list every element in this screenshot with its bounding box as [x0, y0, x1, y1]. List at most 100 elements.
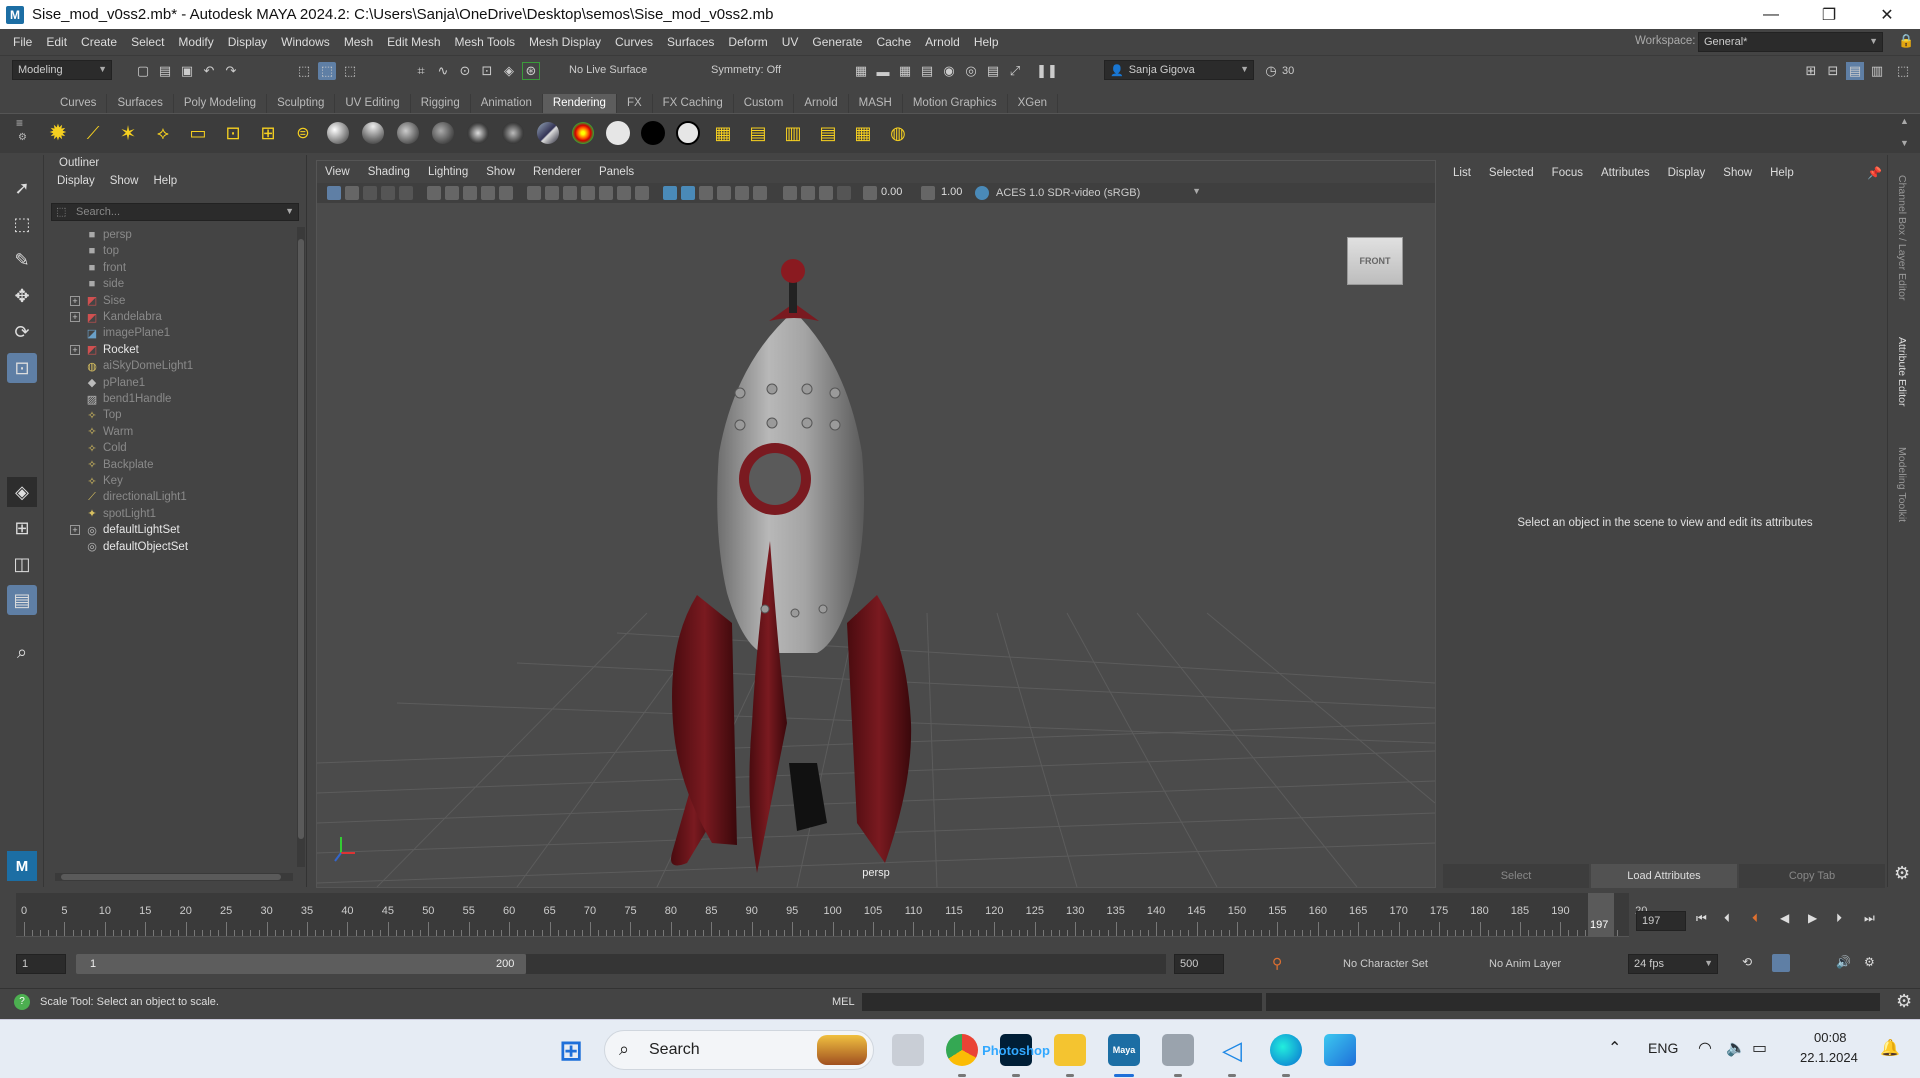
outliner-item-defaultobjectset[interactable]: ◎ defaultObjectSet: [45, 537, 295, 557]
ae-menu-attributes[interactable]: Attributes: [1601, 167, 1650, 179]
snap-view-icon[interactable]: ⊡: [478, 62, 496, 80]
notification-bell-icon[interactable]: 🔔: [1880, 1038, 1900, 1058]
batch-render-icon[interactable]: ▥: [779, 119, 807, 147]
use-all-lights-icon[interactable]: [617, 186, 631, 200]
gate-mask-icon[interactable]: [481, 186, 495, 200]
minimize-button[interactable]: —: [1742, 0, 1800, 29]
volume-light-icon[interactable]: ⊡: [219, 119, 247, 147]
outliner-search-input[interactable]: ⬚ Search... ▼: [51, 203, 299, 221]
menu-arnold[interactable]: Arnold: [918, 35, 967, 49]
channel-box-toggle-icon[interactable]: ⊞: [1802, 62, 1820, 80]
user-dropdown[interactable]: 👤 Sanja Gigova ▼: [1104, 60, 1254, 80]
hud-toggle-icon[interactable]: [837, 186, 851, 200]
battery-icon[interactable]: ▭: [1752, 1038, 1767, 1058]
ambient-light-icon[interactable]: ✹: [44, 119, 72, 147]
save-scene-icon[interactable]: ▣: [178, 62, 196, 80]
photoshop-icon[interactable]: Photoshop: [982, 1034, 1050, 1066]
render-sequence-icon[interactable]: ▤: [984, 62, 1002, 80]
sound-icon[interactable]: 🔊: [1836, 955, 1851, 969]
anim-prefs-icon[interactable]: ⚙: [1864, 955, 1875, 969]
colorspace-dropdown[interactable]: ACES 1.0 SDR-video (sRGB) ▼: [991, 183, 1205, 202]
image-plane-toggle-icon[interactable]: [381, 186, 395, 200]
open-scene-icon[interactable]: ▤: [156, 62, 174, 80]
maya-home-icon[interactable]: M: [7, 851, 37, 881]
play-back-icon[interactable]: ◀: [1780, 911, 1789, 925]
menu-edit[interactable]: Edit: [39, 35, 74, 49]
go-to-end-icon[interactable]: ⏭: [1864, 911, 1875, 926]
lasso-tool-icon[interactable]: ⬚: [7, 209, 37, 239]
ambient-occlusion-icon[interactable]: [699, 186, 713, 200]
lock-icon[interactable]: 🔒: [1898, 33, 1914, 49]
clock-time[interactable]: 00:08: [1814, 1030, 1847, 1045]
color-management-icon[interactable]: [975, 186, 989, 200]
close-button[interactable]: ✕: [1858, 0, 1916, 29]
menu-file[interactable]: File: [6, 35, 39, 49]
scale-tool-icon[interactable]: ⊡: [7, 353, 37, 383]
modeling-toolkit-icon[interactable]: ⬚: [1894, 62, 1912, 80]
outliner-hscroll-thumb[interactable]: [61, 874, 281, 880]
select-tool-icon[interactable]: ➚: [7, 173, 37, 203]
shelf-tab-arnold[interactable]: Arnold: [794, 94, 849, 113]
shelf-tab-animation[interactable]: Animation: [471, 94, 543, 113]
menu-mesh-tools[interactable]: Mesh Tools: [448, 35, 522, 49]
camera-attributes-icon[interactable]: [345, 186, 359, 200]
ae-menu-help[interactable]: Help: [1770, 167, 1794, 179]
search-options-icon[interactable]: ⬚: [56, 205, 66, 218]
layered-shader-icon[interactable]: [534, 119, 562, 147]
paint-select-tool-icon[interactable]: ✎: [7, 245, 37, 275]
gamma-value[interactable]: 1.00: [941, 186, 962, 198]
textured-icon[interactable]: [599, 186, 613, 200]
go-to-start-icon[interactable]: ⏮: [1696, 911, 1707, 926]
shelf-tab-rigging[interactable]: Rigging: [411, 94, 471, 113]
phong-material-icon[interactable]: [394, 119, 422, 147]
anim-layer-dropdown[interactable]: No Anim Layer: [1484, 954, 1584, 974]
ae-menu-list[interactable]: List: [1453, 167, 1471, 179]
maya-taskbar-icon[interactable]: Maya: [1108, 1034, 1140, 1066]
current-frame-marker[interactable]: 197: [1588, 893, 1614, 937]
viewport-menu-show[interactable]: Show: [486, 166, 515, 178]
black-material-icon[interactable]: [639, 119, 667, 147]
move-tool-icon[interactable]: ✥: [7, 281, 37, 311]
snap-surface-icon[interactable]: ◈: [500, 62, 518, 80]
shelf-tab-sculpting[interactable]: Sculpting: [267, 94, 336, 113]
outliner-toggle-icon[interactable]: ▤: [1846, 62, 1864, 80]
outliner-menu-help[interactable]: Help: [154, 175, 178, 187]
step-forward-key-icon[interactable]: ⏵: [1836, 911, 1842, 926]
windows-start-icon[interactable]: ⊞: [555, 1034, 587, 1066]
chevron-down-icon[interactable]: ▼: [285, 206, 294, 216]
pause-icon[interactable]: ❚❚: [1036, 62, 1058, 80]
xray-icon[interactable]: [663, 186, 677, 200]
render-icon[interactable]: ▦: [709, 119, 737, 147]
outliner-scroll-thumb[interactable]: [298, 239, 304, 839]
ramp-shader-icon[interactable]: [569, 119, 597, 147]
viewport-menu-panels[interactable]: Panels: [599, 166, 634, 178]
menu-deform[interactable]: Deform: [721, 35, 774, 49]
select-object-icon[interactable]: ⬚: [318, 62, 336, 80]
snipping-tool-icon[interactable]: [1162, 1034, 1194, 1066]
select-component-icon[interactable]: ⬚: [341, 62, 359, 80]
motion-blur-icon[interactable]: [717, 186, 731, 200]
phonge-material-icon[interactable]: [429, 119, 457, 147]
menu-create[interactable]: Create: [74, 35, 124, 49]
range-slider-track[interactable]: [526, 954, 1166, 974]
anisotropic-material-icon[interactable]: [464, 119, 492, 147]
shelf-tab-motion-graphics[interactable]: Motion Graphics: [903, 94, 1008, 113]
command-input[interactable]: [862, 993, 1262, 1011]
outliner-scrollbar[interactable]: [297, 227, 305, 867]
viewport-menu-renderer[interactable]: Renderer: [533, 166, 581, 178]
auto-key-icon[interactable]: ⚲: [1272, 955, 1282, 972]
redo-icon[interactable]: ↷: [222, 62, 240, 80]
start-frame-field[interactable]: 1: [16, 954, 66, 974]
menu-generate[interactable]: Generate: [805, 35, 869, 49]
snap-curve-icon[interactable]: ∿: [434, 62, 452, 80]
snap-grid-icon[interactable]: ⌗: [412, 62, 430, 80]
use-default-material-icon[interactable]: [563, 186, 577, 200]
viewport-menu-view[interactable]: View: [325, 166, 350, 178]
menu-help[interactable]: Help: [967, 35, 1006, 49]
search-tool-icon[interactable]: ⌕: [7, 637, 37, 667]
script-language-toggle[interactable]: MEL: [832, 996, 855, 1008]
smooth-shade-icon[interactable]: [545, 186, 559, 200]
maximize-button[interactable]: ❐: [1800, 0, 1858, 29]
ipr-render-icon[interactable]: ▦: [896, 62, 914, 80]
arnold-ipr-icon[interactable]: ⤢: [1006, 62, 1024, 80]
